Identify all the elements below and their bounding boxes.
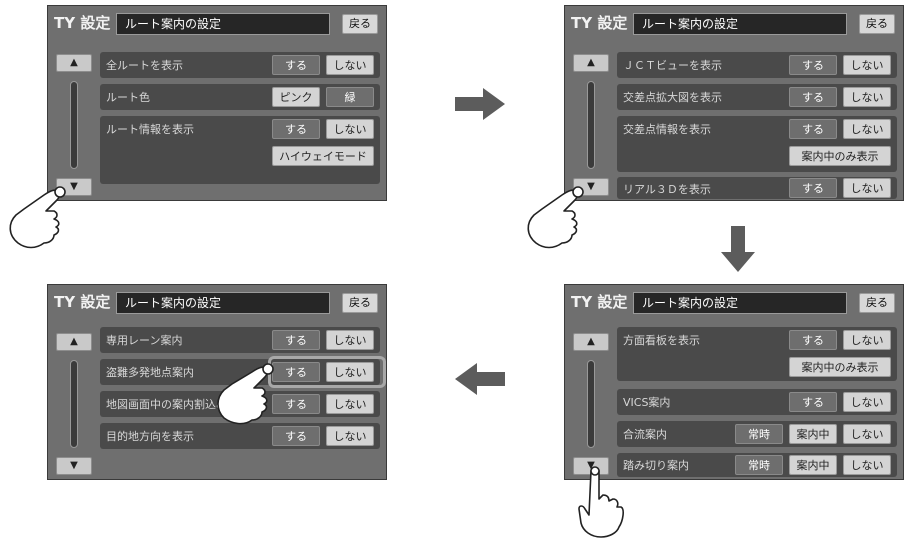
settings-logo: TY 設定: [54, 293, 111, 311]
setting-label: 交差点情報を表示: [623, 123, 711, 136]
settings-logo: TY 設定: [54, 14, 111, 32]
during-guidance-button[interactable]: 案内中: [789, 424, 837, 444]
setting-label: 合流案内: [623, 428, 667, 441]
arrow-left-icon: [455, 363, 505, 395]
title-bar: TY 設定 ルート案内の設定 戻る: [48, 285, 386, 319]
off-button[interactable]: しない: [843, 330, 891, 350]
setting-row-route-info: ルート情報を表示 する しない ハイウェイモード: [100, 116, 380, 184]
scrollbar-track[interactable]: [587, 81, 595, 169]
scrollbar-track[interactable]: [70, 360, 78, 448]
settings-logo: TY 設定: [571, 293, 628, 311]
on-button[interactable]: する: [789, 87, 837, 107]
always-button[interactable]: 常時: [735, 455, 783, 475]
on-button[interactable]: する: [789, 330, 837, 350]
arrow-down-icon: [721, 226, 755, 272]
guidance-only-button[interactable]: 案内中のみ表示: [789, 146, 891, 166]
setting-label: ＪＣＴビューを表示: [623, 59, 722, 72]
setting-row-railroad-crossing: 踏み切り案内 常時 案内中 しない: [617, 453, 897, 477]
off-button[interactable]: しない: [843, 119, 891, 139]
setting-label: ルート色: [106, 91, 150, 104]
back-button[interactable]: 戻る: [342, 14, 378, 34]
on-button[interactable]: する: [272, 119, 320, 139]
off-button[interactable]: しない: [843, 455, 891, 475]
screen-title: ルート案内の設定: [116, 13, 330, 35]
title-bar: TY 設定 ルート案内の設定 戻る: [48, 6, 386, 40]
off-button[interactable]: しない: [326, 55, 374, 75]
off-button[interactable]: しない: [326, 394, 374, 414]
on-button[interactable]: する: [789, 119, 837, 139]
off-button[interactable]: しない: [326, 119, 374, 139]
hand-pointer-icon: [9, 186, 66, 249]
highway-mode-button[interactable]: ハイウェイモード: [272, 146, 374, 166]
setting-row-intersection-zoom: 交差点拡大図を表示 する しない: [617, 84, 897, 110]
screen-title: ルート案内の設定: [633, 292, 847, 314]
setting-row-jct-view: ＪＣＴビューを表示 する しない: [617, 52, 897, 78]
setting-label: VICS案内: [623, 396, 671, 409]
scrollbar-track[interactable]: [70, 81, 78, 169]
scroll-up-button[interactable]: ▲: [573, 333, 609, 351]
scroll-down-button[interactable]: ▼: [56, 457, 92, 475]
hand-pointer-icon: [217, 363, 274, 425]
during-guidance-button[interactable]: 案内中: [789, 455, 837, 475]
off-button[interactable]: しない: [843, 392, 891, 412]
green-button[interactable]: 緑: [326, 87, 374, 107]
setting-label: ルート情報を表示: [106, 123, 194, 136]
title-bar: TY 設定 ルート案内の設定 戻る: [565, 6, 903, 40]
pink-button[interactable]: ピンク: [272, 87, 320, 107]
setting-label: 全ルートを表示: [106, 59, 183, 72]
settings-screen-2: TY 設定 ルート案内の設定 戻る ▲ ▼ ＪＣＴビューを表示 する しない 交…: [564, 5, 904, 201]
back-button[interactable]: 戻る: [342, 293, 378, 313]
back-button[interactable]: 戻る: [859, 14, 895, 34]
title-bar: TY 設定 ルート案内の設定 戻る: [565, 285, 903, 319]
arrow-right-icon: [455, 88, 505, 120]
selection-highlight: [268, 356, 386, 388]
setting-label: 交差点拡大図を表示: [623, 91, 722, 104]
guidance-only-button[interactable]: 案内中のみ表示: [789, 357, 891, 377]
setting-label: 地図画面中の案内割込み: [106, 398, 227, 411]
screen-title: ルート案内の設定: [116, 292, 330, 314]
setting-row-route-color: ルート色 ピンク 緑: [100, 84, 380, 110]
on-button[interactable]: する: [789, 178, 837, 198]
screen-title: ルート案内の設定: [633, 13, 847, 35]
settings-screen-3: TY 設定 ルート案内の設定 戻る ▲ ▼ 方面看板を表示 する しない 案内中…: [564, 284, 904, 480]
scroll-up-button[interactable]: ▲: [573, 54, 609, 72]
hand-pointer-icon: [527, 186, 584, 249]
setting-label: 方面看板を表示: [623, 334, 700, 347]
off-button[interactable]: しない: [326, 426, 374, 446]
setting-row-intersection-info: 交差点情報を表示 する しない 案内中のみ表示: [617, 116, 897, 172]
on-button[interactable]: する: [272, 55, 320, 75]
setting-row-show-all-routes: 全ルートを表示 する しない: [100, 52, 380, 78]
settings-logo: TY 設定: [571, 14, 628, 32]
setting-label: リアル３Ｄを表示: [623, 183, 711, 196]
setting-row-vics: VICS案内 する しない: [617, 389, 897, 415]
off-button[interactable]: しない: [843, 55, 891, 75]
hand-pointer-icon: [578, 466, 624, 538]
setting-row-real-3d: リアル３Ｄを表示 する しない: [617, 177, 897, 199]
setting-row-dedicated-lane: 専用レーン案内 する しない: [100, 327, 380, 353]
on-button[interactable]: する: [789, 55, 837, 75]
setting-label: 目的地方向を表示: [106, 430, 194, 443]
setting-label: 踏み切り案内: [623, 459, 689, 472]
off-button[interactable]: しない: [843, 424, 891, 444]
on-button[interactable]: する: [789, 392, 837, 412]
off-button[interactable]: しない: [843, 87, 891, 107]
always-button[interactable]: 常時: [735, 424, 783, 444]
off-button[interactable]: しない: [843, 178, 891, 198]
scroll-up-button[interactable]: ▲: [56, 54, 92, 72]
on-button[interactable]: する: [272, 330, 320, 350]
scroll-up-button[interactable]: ▲: [56, 333, 92, 351]
setting-row-merge: 合流案内 常時 案内中 しない: [617, 421, 897, 447]
scrollbar-track[interactable]: [587, 360, 595, 448]
off-button[interactable]: しない: [326, 330, 374, 350]
setting-row-direction-sign: 方面看板を表示 する しない 案内中のみ表示: [617, 327, 897, 381]
back-button[interactable]: 戻る: [859, 293, 895, 313]
setting-label: 盗難多発地点案内: [106, 366, 194, 379]
settings-screen-1: TY 設定 ルート案内の設定 戻る ▲ ▼ 全ルートを表示 する しない ルート…: [47, 5, 387, 201]
setting-label: 専用レーン案内: [106, 334, 183, 347]
